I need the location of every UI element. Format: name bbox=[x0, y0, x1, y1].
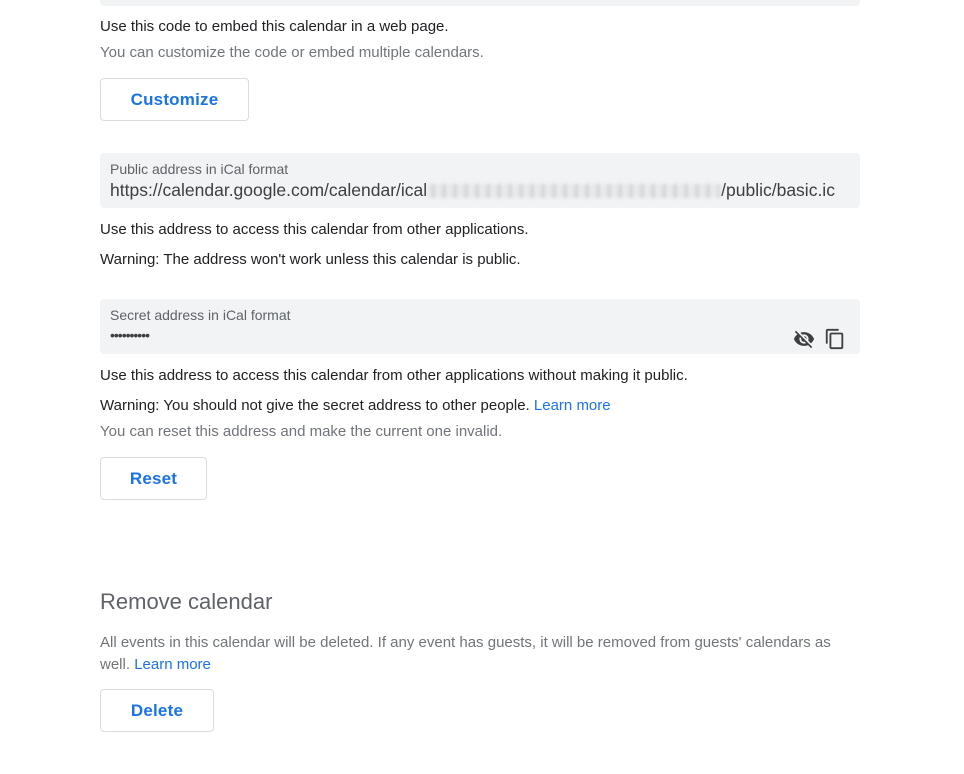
embed-description: Use this code to embed this calendar in … bbox=[100, 18, 449, 35]
secret-ical-description: Use this address to access this calendar… bbox=[100, 367, 688, 384]
redacted-calendar-id bbox=[428, 184, 721, 199]
delete-button[interactable]: Delete bbox=[100, 689, 214, 732]
copy-icon[interactable] bbox=[824, 328, 846, 350]
embed-hint: You can customize the code or embed mult… bbox=[100, 44, 484, 61]
secret-ical-label: Secret address in iCal format bbox=[110, 307, 291, 323]
customize-button[interactable]: Customize bbox=[100, 78, 249, 121]
remove-learn-more-link[interactable]: Learn more bbox=[134, 656, 211, 673]
remove-description-well: well. bbox=[100, 656, 131, 673]
remove-calendar-heading: Remove calendar bbox=[100, 589, 273, 614]
secret-ical-masked-value: •••••••••• bbox=[110, 327, 150, 343]
embed-code-field[interactable] bbox=[100, 0, 860, 6]
remove-description-line2: well. Learn more bbox=[100, 654, 831, 676]
public-ical-field[interactable]: Public address in iCal format https://ca… bbox=[100, 153, 860, 208]
secret-ical-warning: Warning: You should not give the secret … bbox=[100, 397, 530, 414]
public-ical-url-prefix: https://calendar.google.com/calendar/ica… bbox=[110, 180, 428, 200]
public-ical-url[interactable]: https://calendar.google.com/calendar/ica… bbox=[110, 180, 835, 201]
remove-description-line1: All events in this calendar will be dele… bbox=[100, 634, 831, 651]
visibility-off-icon[interactable] bbox=[793, 328, 815, 350]
reset-hint: You can reset this address and make the … bbox=[100, 423, 503, 440]
public-ical-url-suffix: /public/basic.ic bbox=[721, 180, 835, 200]
public-ical-warning: Warning: The address won't work unless t… bbox=[100, 251, 521, 268]
secret-ical-field[interactable]: Secret address in iCal format •••••••••• bbox=[100, 299, 860, 354]
learn-more-link[interactable]: Learn more bbox=[534, 397, 611, 414]
public-ical-description: Use this address to access this calendar… bbox=[100, 221, 529, 238]
remove-description: All events in this calendar will be dele… bbox=[100, 632, 831, 676]
reset-button[interactable]: Reset bbox=[100, 457, 207, 500]
secret-ical-warning-line: Warning: You should not give the secret … bbox=[100, 396, 611, 416]
public-ical-label: Public address in iCal format bbox=[110, 161, 289, 177]
